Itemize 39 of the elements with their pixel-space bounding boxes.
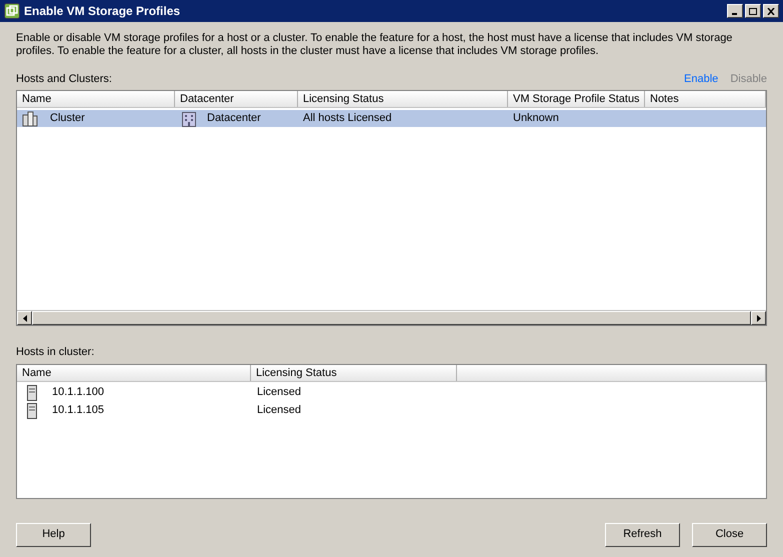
column-header[interactable]: VM Storage Profile Status bbox=[508, 91, 645, 107]
table-cell-text: Cluster bbox=[50, 111, 85, 126]
table-cell-text: 10.1.1.105 bbox=[52, 403, 104, 418]
building-icon bbox=[181, 110, 197, 126]
scroll-left-button[interactable] bbox=[17, 311, 32, 325]
column-header[interactable]: Name bbox=[17, 364, 251, 380]
left-arrow-icon bbox=[22, 314, 26, 322]
maximize-button[interactable] bbox=[745, 4, 761, 18]
app-logo-icon bbox=[4, 3, 20, 19]
maximize-icon bbox=[749, 8, 757, 14]
column-header[interactable]: Licensing Status bbox=[298, 91, 508, 107]
description-text: Enable or disable VM storage profiles for a host or a cluster. To enable the feature for a host, the host must have a license that includes VM storage profiles. To enable the feature for a cluster, all hosts in the cluster must have a license that includes VM storage profiles. bbox=[16, 32, 734, 58]
cluster-icon bbox=[22, 110, 38, 126]
server-icon bbox=[27, 402, 37, 418]
table-cell: Licensed bbox=[257, 404, 302, 416]
dialog-button[interactable]: Close bbox=[692, 522, 767, 546]
close-button[interactable] bbox=[763, 4, 779, 18]
section-label: Hosts in cluster: bbox=[16, 345, 96, 360]
table-cell-text: 10.1.1.100 bbox=[52, 385, 104, 400]
table-cell: All hosts Licensed bbox=[303, 112, 392, 124]
scroll-right-button[interactable] bbox=[751, 311, 766, 325]
dialog-button[interactable]: Refresh bbox=[605, 522, 680, 546]
table-row[interactable]: 10.1.1.100 Licensed bbox=[17, 384, 766, 402]
column-header[interactable]: Notes bbox=[645, 91, 766, 107]
column-header[interactable]: Licensing Status bbox=[251, 364, 457, 380]
close-icon bbox=[767, 8, 775, 14]
right-arrow-icon bbox=[756, 314, 760, 322]
table-cell: Unknown bbox=[513, 112, 559, 124]
window-title: Enable VM Storage Profiles bbox=[24, 3, 182, 20]
dialog-button[interactable]: Help bbox=[16, 522, 91, 546]
minimize-button[interactable] bbox=[727, 4, 743, 18]
column-header[interactable]: Datacenter bbox=[175, 91, 298, 107]
column-header[interactable]: Name bbox=[17, 91, 175, 107]
server-icon bbox=[27, 384, 37, 400]
table-cell-text: Datacenter bbox=[207, 111, 261, 126]
table-row[interactable]: Cluster Datacenter All hosts Licensed Unknown bbox=[17, 110, 766, 127]
section-label: Hosts and Clusters: bbox=[16, 72, 113, 86]
table-row[interactable]: 10.1.1.105 Licensed bbox=[17, 402, 766, 420]
table-cell: Licensed bbox=[257, 386, 302, 398]
